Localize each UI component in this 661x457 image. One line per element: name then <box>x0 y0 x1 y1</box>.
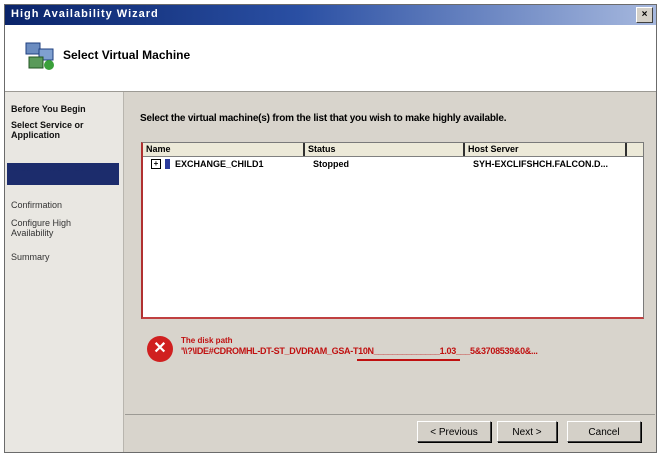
step-before-you-begin[interactable]: Before You Begin <box>11 104 119 114</box>
close-button[interactable]: × <box>636 7 653 23</box>
main-content: Select the virtual machine(s) from the l… <box>125 92 655 414</box>
wizard-steps: Before You Begin Select Service or Appli… <box>5 92 124 452</box>
page-title: Select Virtual Machine <box>63 48 191 62</box>
title-bar[interactable]: High Availability Wizard × <box>5 5 656 25</box>
column-host-server[interactable]: Host Server <box>465 143 627 156</box>
vm-list[interactable]: Name Status Host Server + EXCHANGE_CHILD… <box>141 142 644 319</box>
list-header: Name Status Host Server <box>143 143 643 157</box>
error-icon: ✕ <box>147 336 173 362</box>
previous-button[interactable]: < Previous <box>417 421 491 442</box>
step-summary[interactable]: Summary <box>11 252 119 262</box>
cancel-button[interactable]: Cancel <box>567 421 641 442</box>
error-line-2: '\\?\IDE#CDROMHL-DT-ST_DVDRAM_GSA-T10N__… <box>181 346 538 356</box>
error-line-1: The disk path <box>181 336 233 345</box>
step-confirmation[interactable]: Confirmation <box>11 200 119 210</box>
step-select-virtual-machine[interactable]: Select Virtual Machine <box>7 163 119 185</box>
list-item[interactable]: + EXCHANGE_CHILD1 Stopped SYH-EXCLIFSHCH… <box>143 157 643 171</box>
footer-divider <box>125 414 655 415</box>
vm-status: Stopped <box>313 159 349 169</box>
column-status[interactable]: Status <box>305 143 465 156</box>
window-title: High Availability Wizard <box>11 8 159 20</box>
vm-host: SYH-EXCLIFSHCH.FALCON.D... <box>473 159 609 169</box>
column-name[interactable]: Name <box>143 143 305 156</box>
expand-icon[interactable]: + <box>151 159 161 169</box>
wizard-window: High Availability Wizard × Select Virtua… <box>4 4 657 453</box>
step-label: Select Virtual Machine <box>7 163 103 173</box>
error-underline <box>357 359 460 361</box>
next-button[interactable]: Next > <box>497 421 557 442</box>
wizard-header: Select Virtual Machine <box>5 25 656 92</box>
step-select-service[interactable]: Select Service or Application <box>11 120 101 140</box>
step-configure-high-availability[interactable]: Configure High Availability <box>11 218 91 238</box>
error-message: ✕ The disk path '\\?\IDE#CDROMHL-DT-ST_D… <box>147 332 637 372</box>
virtual-machine-icon <box>165 159 170 169</box>
instruction-text: Select the virtual machine(s) from the l… <box>140 113 507 124</box>
cluster-vm-icon <box>25 42 54 70</box>
vm-name: EXCHANGE_CHILD1 <box>175 159 264 169</box>
